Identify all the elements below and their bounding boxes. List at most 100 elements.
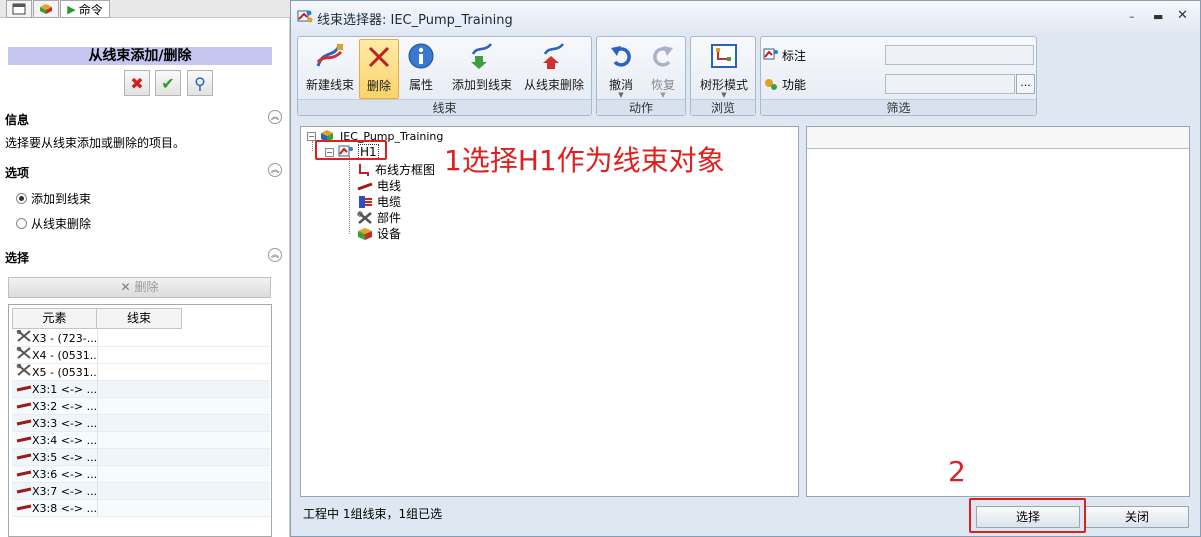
mark-filter-icon (763, 48, 778, 60)
harness-cell (97, 330, 182, 347)
properties-label: 属性 (408, 78, 433, 92)
filter-function-label: 功能 (782, 77, 807, 92)
ribbon: 新建线束 删除 属性 添加到线束 从线束删除 线束 撤消 ▼ 恢复 ▼ 动作 树… (297, 36, 1197, 118)
wire-icon (16, 381, 32, 398)
table-row[interactable]: X3 - (723-... (12, 330, 270, 347)
ok-button[interactable]: ✔ (155, 70, 181, 96)
title-bar: 线束选择器: IEC_Pump_Training – ▬ ✕ (291, 1, 1200, 33)
collapse-select-icon[interactable]: ︽ (268, 248, 282, 262)
check-icon: ✔ (161, 73, 175, 93)
undo-button[interactable]: 撤消 ▼ (601, 41, 641, 99)
table-row[interactable]: X3:2 <-> ... (12, 398, 270, 415)
table-row[interactable]: X3:5 <-> ... (12, 449, 270, 466)
tab-parts[interactable] (33, 0, 59, 18)
undo-dropdown-icon[interactable]: ▼ (601, 91, 641, 99)
ribbon-group-filter: 标注 功能 ... 筛选 (760, 36, 1037, 116)
table-row[interactable]: X3:8 <-> ... (12, 500, 270, 517)
properties-button[interactable]: 属性 (402, 41, 440, 97)
components-label: 部件 (377, 211, 402, 225)
close-button[interactable]: 关闭 (1085, 506, 1189, 528)
radio-checked-icon (16, 193, 27, 204)
element-cell: X5 - (0531... (12, 364, 96, 381)
radio-unchecked-icon (16, 218, 27, 229)
cancel-button[interactable]: ✖ (124, 70, 150, 96)
delete-icon (368, 46, 390, 68)
ribbon-group-browse: 树形模式 ▼ 浏览 (690, 36, 756, 116)
tree-node-cables[interactable]: 电缆 (357, 193, 401, 210)
maximize-icon[interactable]: ▬ (1153, 10, 1163, 23)
remove-from-harness-button[interactable]: 从线束删除 (518, 41, 590, 97)
harness-detail-pane (806, 126, 1190, 497)
pin-button[interactable]: ⚲ (187, 70, 213, 96)
wire-icon (16, 398, 32, 415)
browse-function-button[interactable]: ... (1016, 74, 1035, 94)
table-row[interactable]: X4 - (0531... (12, 347, 270, 364)
harness-app-icon (297, 10, 313, 23)
function-filter-icon (765, 79, 777, 90)
add-to-harness-label: 添加到线束 (451, 78, 512, 92)
tab-tree[interactable] (6, 0, 32, 18)
delete-selection-button[interactable]: ✕ 删除 (8, 277, 271, 298)
redo-button[interactable]: 恢复 ▼ (643, 41, 683, 99)
table-row[interactable]: X3:3 <-> ... (12, 415, 270, 432)
tree-node-wires[interactable]: 电线 (357, 177, 401, 194)
delete-harness-label: 删除 (366, 79, 391, 93)
harness-cell (97, 347, 182, 364)
harness-selector-dialog: 线束选择器: IEC_Pump_Training – ▬ ✕ 新建线束 删除 属… (290, 0, 1201, 537)
element-cell: X3:4 <-> ... (12, 432, 96, 449)
column-header-harness[interactable]: 线束 (96, 308, 182, 329)
element-text: X3:7 <-> ... (32, 485, 96, 498)
harness-cell (97, 449, 182, 466)
close-icon: ✖ (130, 73, 144, 93)
command-panel: ▶ 命令 从线束添加/删除 ✖ ✔ ⚲ 信息 ︽ 选择要从线束添加或删除的项目。… (0, 0, 290, 537)
element-cell: X3:7 <-> ... (12, 483, 96, 500)
component-icon (16, 364, 32, 381)
tree-node-block-diagram[interactable]: 布线方框图 (357, 161, 435, 178)
new-harness-button[interactable]: 新建线束 (302, 41, 358, 97)
info-header: 信息 (5, 113, 30, 127)
selection-table: 元素 线束 X3 - (723-... X4 - (0531... X5 - (05… (8, 304, 272, 537)
group-label-action: 动作 (597, 99, 685, 115)
undo-icon (611, 46, 631, 67)
tree-node-components[interactable]: 部件 (357, 209, 401, 226)
table-row[interactable]: X5 - (0531... (12, 364, 270, 381)
block-diagram-icon (359, 163, 369, 176)
element-text: X3:5 <-> ... (32, 451, 96, 464)
minimize-icon[interactable]: – (1129, 10, 1135, 23)
wire-icon (16, 483, 32, 500)
filter-mark-row: 标注 (763, 45, 806, 65)
collapse-info-icon[interactable]: ︽ (268, 110, 282, 124)
harness-cell (97, 500, 182, 517)
panel-title: 从线束添加/删除 (8, 47, 272, 65)
table-row[interactable]: X3:6 <-> ... (12, 466, 270, 483)
element-text: X3:3 <-> ... (32, 417, 96, 430)
column-header-element[interactable]: 元素 (12, 308, 97, 329)
options-header: 选项 (5, 166, 30, 180)
harness-cell (97, 432, 182, 449)
delete-harness-button[interactable]: 删除 (359, 39, 399, 99)
tree-mode-button[interactable]: 树形模式 ▼ (694, 41, 754, 99)
filter-mark-field[interactable] (885, 45, 1034, 65)
block-diagram-label: 布线方框图 (375, 163, 436, 177)
option-remove-label: 从线束删除 (31, 217, 92, 231)
element-text: X3:6 <-> ... (32, 468, 96, 481)
option-add-radio[interactable]: 添加到线束 (16, 190, 91, 207)
collapse-options-icon[interactable]: ︽ (268, 163, 282, 177)
table-row[interactable]: X3:4 <-> ... (12, 432, 270, 449)
status-text: 工程中 1组线束，1组已选 (303, 507, 443, 521)
redo-dropdown-icon[interactable]: ▼ (643, 91, 683, 99)
tree-node-devices[interactable]: 设备 (357, 225, 401, 242)
table-row[interactable]: X3:1 <-> ... (12, 381, 270, 398)
element-text: X4 - (0531... (32, 349, 96, 362)
collapse-toggle-icon[interactable]: − (307, 131, 316, 141)
filter-function-field[interactable] (885, 74, 1015, 94)
panel-tabs: ▶ 命令 (0, 0, 290, 18)
tree-connector (312, 141, 313, 151)
table-row[interactable]: X3:7 <-> ... (12, 483, 270, 500)
component-icon (16, 347, 32, 364)
close-window-icon[interactable]: ✕ (1177, 8, 1188, 23)
tab-command[interactable]: ▶ 命令 (60, 0, 110, 18)
add-to-harness-button[interactable]: 添加到线束 (448, 41, 516, 97)
wire-icon (16, 415, 32, 432)
option-remove-radio[interactable]: 从线束删除 (16, 215, 91, 232)
